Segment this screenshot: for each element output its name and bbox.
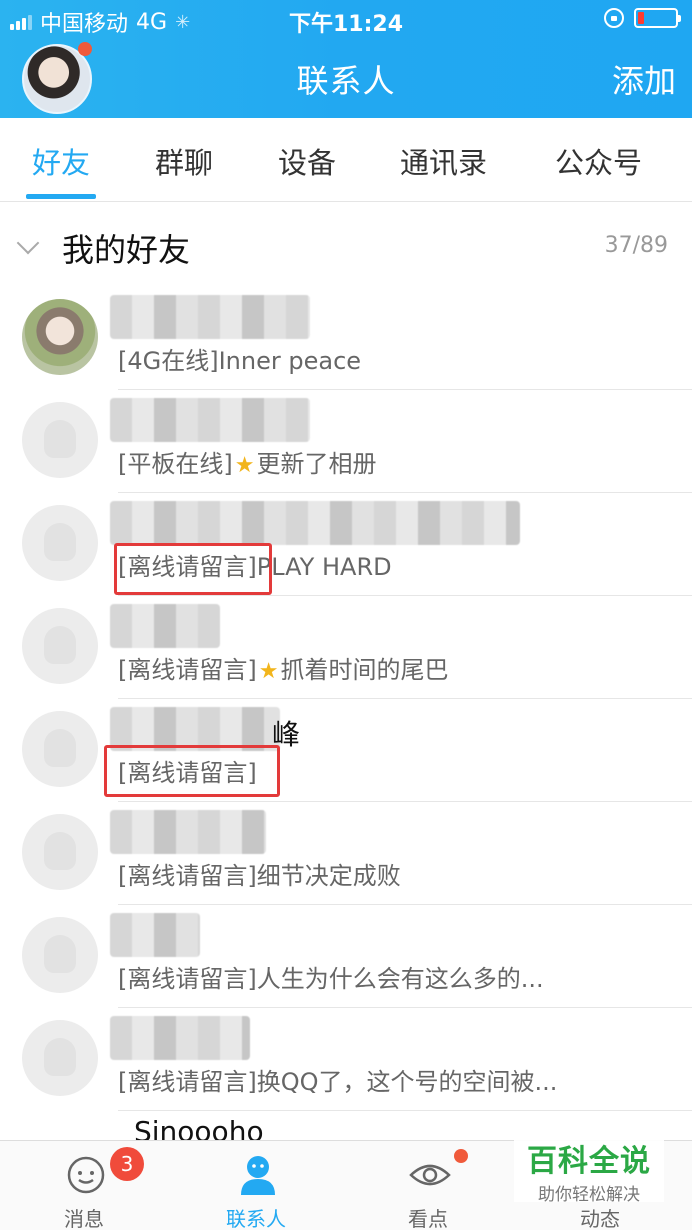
friend-avatar <box>22 1020 98 1096</box>
star-icon: ★ <box>258 659 279 684</box>
highlight-box <box>104 745 280 797</box>
blurred-name <box>110 501 520 545</box>
default-avatar-icon <box>44 1038 76 1076</box>
tab-label: 联系人 <box>226 1207 286 1230</box>
default-avatar-icon <box>44 832 76 870</box>
friend-avatar <box>22 814 98 890</box>
friend-row[interactable]: [离线请留言]人生为什么会有这么多的... <box>0 905 692 1008</box>
friend-avatar <box>22 608 98 684</box>
friend-name: Sinoooho <box>134 1115 264 1141</box>
friend-status: [离线请留言]换QQ了，这个号的空间被... <box>118 1068 558 1096</box>
friend-row[interactable]: [平板在线]★更新了相册 <box>0 390 692 493</box>
group-title: 我的好友 <box>62 231 191 269</box>
app-header: 中国移动 4G ✳ 下午11:24 联系人 添加 <box>0 0 692 118</box>
star-icon: ★ <box>234 453 255 478</box>
watermark-subtitle: 助你轻松解决 <box>538 1185 640 1205</box>
contact-icon <box>241 1156 275 1195</box>
friend-row[interactable]: [离线请留言]★抓着时间的尾巴 <box>0 596 692 699</box>
friend-list: [4G在线]Inner peace [平板在线]★更新了相册 [离线请留言]PL… <box>0 287 692 1141</box>
tab-address-book[interactable]: 通讯录 <box>400 140 487 182</box>
battery-icon <box>634 8 681 28</box>
page-title: 联系人 <box>296 62 396 100</box>
friend-status: [离线请留言]人生为什么会有这么多的... <box>118 965 544 993</box>
friend-row[interactable]: [离线请留言]PLAY HARD <box>0 493 692 596</box>
friend-row[interactable]: [离线请留言]细节决定成败 <box>0 802 692 905</box>
tab-label: 动态 <box>580 1207 620 1230</box>
friend-status: [4G在线]Inner peace <box>118 347 362 375</box>
friend-avatar <box>22 299 98 375</box>
group-count: 37/89 <box>604 233 668 258</box>
status-time: 下午11:24 <box>288 12 404 37</box>
friend-status: [平板在线]★更新了相册 <box>118 450 377 478</box>
default-avatar-icon <box>44 420 76 458</box>
highlight-box <box>114 543 272 595</box>
blurred-name <box>110 604 220 648</box>
eye-icon <box>409 1164 451 1186</box>
chat-icon <box>67 1156 105 1194</box>
friend-status: [离线请留言]★抓着时间的尾巴 <box>118 656 449 684</box>
friend-avatar <box>22 917 98 993</box>
tab-contacts[interactable]: 联系人 <box>186 1141 326 1230</box>
tab-messages[interactable]: 3 消息 <box>14 1141 154 1230</box>
friend-avatar <box>22 505 98 581</box>
tab-friends[interactable]: 好友 <box>32 140 90 182</box>
contact-tabs: 好友 群聊 设备 通讯录 公众号 <box>0 118 692 202</box>
blurred-name <box>110 810 266 854</box>
notification-dot <box>454 1149 468 1163</box>
blurred-name <box>110 295 310 339</box>
tab-label: 消息 <box>64 1207 104 1230</box>
friend-row[interactable]: 峰 [离线请留言] <box>0 699 692 802</box>
tab-official-accounts[interactable]: 公众号 <box>555 140 642 182</box>
blurred-name <box>110 913 200 957</box>
status-bar: 中国移动 4G ✳ 下午11:24 <box>0 0 692 40</box>
default-avatar-icon <box>44 626 76 664</box>
friend-row[interactable]: [4G在线]Inner peace <box>0 287 692 390</box>
blurred-name <box>110 1016 250 1060</box>
blurred-name <box>110 398 310 442</box>
message-badge: 3 <box>110 1147 144 1181</box>
group-header[interactable]: 我的好友 37/89 <box>0 203 692 287</box>
friend-avatar <box>22 402 98 478</box>
tab-groups[interactable]: 群聊 <box>155 140 213 182</box>
notification-dot <box>78 42 92 56</box>
tab-devices[interactable]: 设备 <box>278 140 336 182</box>
tab-label: 看点 <box>408 1207 448 1230</box>
friend-avatar <box>22 711 98 787</box>
default-avatar-icon <box>44 523 76 561</box>
tab-discover[interactable]: 看点 <box>358 1141 498 1230</box>
friend-row[interactable]: [离线请留言]换QQ了，这个号的空间被... <box>0 1008 692 1111</box>
tab-underline <box>26 194 96 199</box>
default-avatar-icon <box>44 729 76 767</box>
watermark-logo: 百科全说 助你轻松解决 <box>514 1136 664 1205</box>
add-button[interactable]: 添加 <box>612 56 676 102</box>
default-avatar-icon <box>44 935 76 973</box>
chevron-down-icon <box>16 231 40 255</box>
watermark-title: 百科全说 <box>527 1144 651 1179</box>
rotation-lock-icon <box>604 8 624 28</box>
friend-status: [离线请留言]细节决定成败 <box>118 862 401 890</box>
